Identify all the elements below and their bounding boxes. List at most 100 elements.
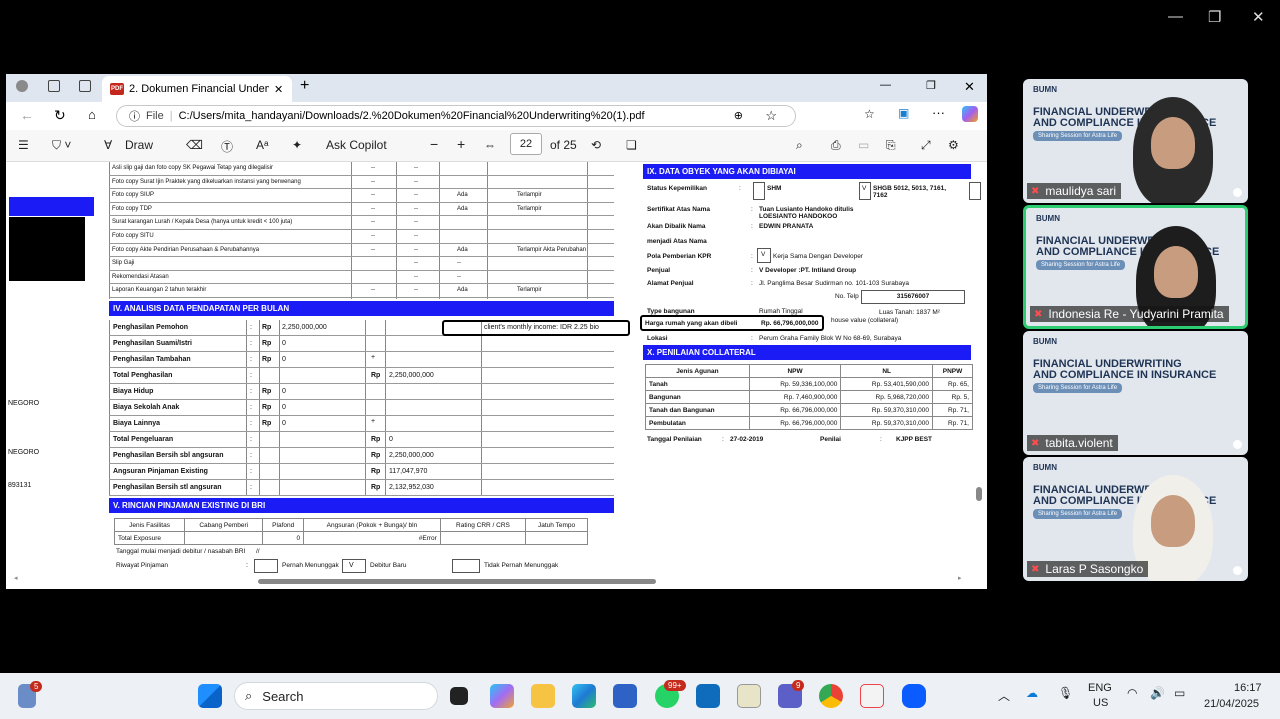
volume-icon[interactable]: 🔊 bbox=[1150, 686, 1165, 700]
income-label: Total Pengeluaran bbox=[113, 436, 174, 443]
onedrive-icon[interactable]: ☁ bbox=[1026, 686, 1038, 700]
participant-tile[interactable]: BUMN FINANCIAL UNDERWRITING AND COMPLIANCE… bbox=[1023, 79, 1248, 203]
window-controls: — ❐ ✕ bbox=[1140, 0, 1280, 36]
clock-date[interactable]: 21/04/2025 bbox=[1204, 698, 1259, 710]
language-line1[interactable]: ENG bbox=[1088, 682, 1112, 694]
penilai-label: Penilai bbox=[820, 436, 841, 443]
draw-icon[interactable]: ∀ bbox=[104, 138, 112, 152]
store-icon[interactable] bbox=[613, 684, 637, 708]
type-value: Rumah Tinggal bbox=[759, 308, 803, 315]
page-view-icon[interactable]: ❏ bbox=[626, 138, 637, 152]
back-icon[interactable]: ← bbox=[20, 107, 34, 123]
restore-icon[interactable]: ❐ bbox=[926, 79, 936, 92]
tab-actions-icon[interactable] bbox=[79, 80, 91, 92]
more-options-icon[interactable] bbox=[1233, 188, 1242, 197]
loan-header: Cabang Pemberi bbox=[184, 518, 264, 532]
table-row: Slip Gaji -- -- bbox=[109, 257, 614, 271]
workspaces-icon[interactable] bbox=[48, 80, 60, 92]
table-row: Pembulatan Rp. 66,796,000,000 Rp. 59,370,3… bbox=[645, 416, 973, 430]
minimize-icon[interactable]: — bbox=[880, 79, 891, 91]
close-icon[interactable]: ✕ bbox=[1252, 8, 1265, 26]
zoom-out-icon[interactable]: − bbox=[430, 136, 438, 152]
whatsapp-badge: 99+ bbox=[664, 680, 686, 691]
status-label: Status Kepemilikan bbox=[647, 185, 707, 192]
home-icon[interactable]: ⌂ bbox=[88, 107, 96, 122]
collections-icon[interactable]: ▣ bbox=[898, 106, 909, 120]
participant-tile[interactable]: BUMN FINANCIAL UNDERWRITING AND COMPLIANCE… bbox=[1023, 457, 1248, 581]
search-box[interactable]: ⌕ Search bbox=[234, 682, 438, 710]
save-icon[interactable]: ▭ bbox=[858, 138, 869, 152]
save-as-icon[interactable]: ⎘ bbox=[886, 138, 896, 153]
zoom-app-icon[interactable] bbox=[902, 684, 926, 708]
snipping-tool-icon[interactable] bbox=[860, 684, 884, 708]
slide-logo: BUMN bbox=[1033, 85, 1057, 94]
profile-icon[interactable] bbox=[16, 80, 28, 92]
wifi-icon[interactable]: ◠ bbox=[1127, 686, 1137, 700]
search-icon[interactable]: ⌕ bbox=[796, 138, 803, 153]
close-icon[interactable]: ✕ bbox=[964, 79, 975, 95]
more-options-icon[interactable] bbox=[1233, 440, 1242, 449]
operator: + bbox=[371, 418, 376, 425]
erase-icon[interactable]: ⌫ bbox=[186, 138, 203, 152]
battery-icon[interactable]: ▭ bbox=[1174, 686, 1185, 700]
collateral-cell: Rp. 66,796,000,000 bbox=[748, 403, 842, 417]
settings-gear-icon[interactable]: ⚙ bbox=[948, 138, 959, 152]
restore-icon[interactable]: ❐ bbox=[1208, 8, 1221, 26]
minimize-icon[interactable]: — bbox=[1168, 8, 1183, 25]
loan-total-angsuran: #Error bbox=[303, 531, 441, 545]
table-cell: -- bbox=[414, 233, 418, 239]
language-line2[interactable]: US bbox=[1093, 697, 1108, 709]
refresh-icon[interactable]: ↻ bbox=[54, 107, 66, 124]
zoom-icon[interactable]: ⊕ bbox=[734, 109, 743, 122]
zoom-in-icon[interactable]: + bbox=[457, 136, 465, 152]
participant-tile[interactable]: BUMN FINANCIAL UNDERWRITING AND COMPLIANCE… bbox=[1023, 205, 1248, 329]
new-tab-icon[interactable]: + bbox=[300, 77, 309, 95]
currency: Rp bbox=[371, 484, 381, 491]
more-options-icon[interactable] bbox=[1233, 566, 1242, 575]
elo-icon[interactable] bbox=[737, 684, 761, 708]
vertical-scrollbar[interactable] bbox=[974, 162, 984, 567]
fullscreen-icon[interactable]: ⤢ bbox=[921, 138, 931, 153]
colon: : bbox=[250, 420, 252, 427]
favorites-icon[interactable]: ☆ bbox=[864, 107, 875, 121]
copilot-icon[interactable] bbox=[962, 106, 978, 122]
income-value: 0 bbox=[282, 356, 286, 363]
read-aloud-icon[interactable]: Aᵃ bbox=[256, 138, 268, 152]
tab-close-icon[interactable]: ✕ bbox=[274, 83, 283, 96]
draw-button[interactable]: Draw bbox=[125, 138, 153, 152]
table-cell: -- bbox=[371, 233, 375, 239]
outlook-icon[interactable] bbox=[696, 684, 720, 708]
microphone-icon[interactable]: 🎙 bbox=[1058, 686, 1073, 700]
chrome-icon[interactable] bbox=[819, 684, 843, 708]
file-explorer-icon[interactable] bbox=[531, 684, 555, 708]
text-icon[interactable]: Ⓣ bbox=[221, 138, 233, 155]
collateral-cell: Rp. 53,401,590,000 bbox=[840, 377, 934, 391]
more-icon[interactable]: ··· bbox=[932, 105, 945, 120]
page-number-input[interactable]: 22 bbox=[510, 133, 542, 155]
contents-icon[interactable]: ☰ bbox=[18, 138, 29, 152]
participant-tile[interactable]: BUMN FINANCIAL UNDERWRITING AND COMPLIANCE… bbox=[1023, 331, 1248, 455]
edge-icon[interactable] bbox=[572, 684, 596, 708]
table-cell: -- bbox=[371, 219, 375, 226]
income-label: Biaya Lainnya bbox=[113, 420, 161, 427]
ask-copilot-button[interactable]: Ask Copilot bbox=[326, 138, 387, 152]
highlight-icon[interactable]: ⛉ ˅ bbox=[52, 138, 71, 153]
copilot-app-icon[interactable] bbox=[490, 684, 514, 708]
scroll-thumb[interactable] bbox=[976, 487, 982, 501]
currency: Rp bbox=[262, 340, 272, 347]
slide-title: FINANCIAL UNDERWRITING AND COMPLIANCE IN … bbox=[1033, 359, 1216, 381]
fit-page-icon[interactable]: ⇔ bbox=[484, 138, 496, 152]
rotate-icon[interactable]: ⟲ bbox=[591, 138, 601, 152]
clock-time[interactable]: 16:17 bbox=[1234, 682, 1262, 694]
task-view-icon[interactable] bbox=[450, 687, 468, 705]
favorite-star-icon[interactable]: ☆ bbox=[765, 108, 777, 124]
horizontal-scrollbar[interactable]: ◂ ▸ bbox=[6, 575, 971, 586]
section-5-title: V. RINCIAN PINJAMAN EXISTING DI BRI bbox=[109, 498, 614, 513]
tab-active[interactable]: PDF 2. Dokumen Financial Underwriting ✕ bbox=[102, 76, 292, 102]
scroll-thumb[interactable] bbox=[258, 579, 656, 584]
windows-start-icon[interactable] bbox=[198, 684, 222, 708]
chevron-up-icon[interactable]: ︿ bbox=[998, 687, 1010, 704]
address-field[interactable]: ⓘ File | C:/Users/mita_handayani/Downloa… bbox=[116, 105, 796, 127]
print-icon[interactable]: ⎙ bbox=[831, 138, 841, 153]
section-10-title: X. PENILAIAN COLLATERAL bbox=[643, 345, 971, 360]
